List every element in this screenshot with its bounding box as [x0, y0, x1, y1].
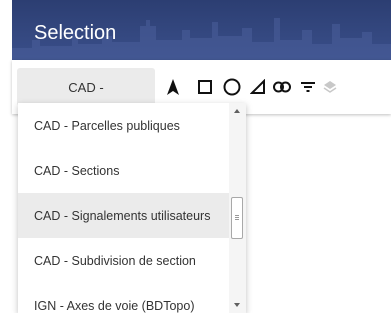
dropdown-option-highlighted[interactable]: CAD - Signalements utilisateurs: [18, 193, 246, 238]
circle-tool-button[interactable]: [222, 77, 242, 97]
polygon-tool-button[interactable]: [248, 77, 268, 97]
scroll-up-arrow-icon[interactable]: [234, 109, 240, 113]
circle-icon: [223, 78, 241, 96]
panel-header: Selection: [12, 0, 391, 60]
rectangle-tool-button[interactable]: [195, 77, 215, 97]
layer-select-value: CAD -: [68, 79, 104, 95]
layers-tool-button[interactable]: [320, 77, 340, 97]
pointer-tool-button[interactable]: [163, 77, 183, 97]
filter-icon: [301, 82, 315, 92]
dropdown-option[interactable]: IGN - Axes de voie (BDTopo): [18, 283, 246, 313]
link-tool-button[interactable]: [272, 77, 292, 97]
dropdown-option-label: IGN - Axes de voie (BDTopo): [34, 298, 195, 313]
link-icon: [273, 81, 291, 93]
dropdown-option[interactable]: CAD - Sections: [18, 148, 246, 193]
dropdown-scrollbar[interactable]: [229, 103, 246, 313]
scrollbar-thumb[interactable]: [231, 197, 243, 239]
pointer-icon: [167, 79, 179, 95]
dropdown-option-label: CAD - Signalements utilisateurs: [34, 208, 211, 223]
layer-dropdown-list[interactable]: CAD - Parcelles publiques CAD - Sections…: [18, 103, 246, 313]
dropdown-option-label: CAD - Parcelles publiques: [34, 118, 180, 133]
rectangle-icon: [198, 80, 212, 94]
dropdown-option-label: CAD - Sections: [34, 163, 120, 178]
layer-select[interactable]: CAD -: [17, 68, 155, 106]
dropdown-option[interactable]: CAD - Parcelles publiques: [18, 103, 246, 148]
scroll-down-arrow-icon[interactable]: [234, 303, 240, 307]
polygon-icon: [250, 79, 265, 94]
scrollbar-grip-icon: [235, 217, 239, 218]
dropdown-option[interactable]: CAD - Subdivision de section: [18, 238, 246, 283]
filter-tool-button[interactable]: [298, 77, 318, 97]
layers-icon: [323, 81, 337, 93]
dropdown-option-label: CAD - Subdivision de section: [34, 253, 196, 268]
panel-title: Selection: [34, 22, 117, 44]
